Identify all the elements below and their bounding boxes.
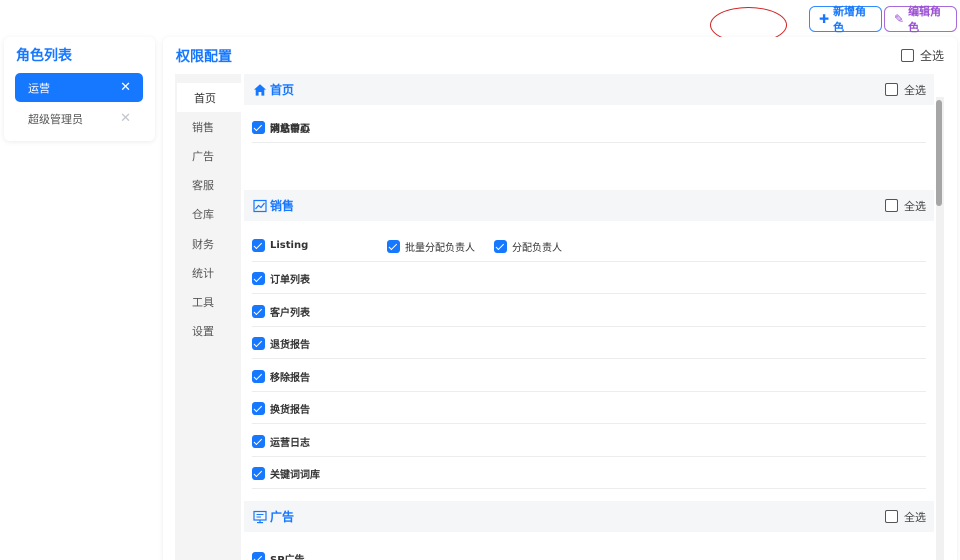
checkbox-empty-icon[interactable] <box>885 83 898 96</box>
edit-role-label: 编辑角色 <box>908 5 942 34</box>
permission-checkbox[interactable]: 关键词词库 <box>252 466 320 481</box>
category-tab-finance[interactable]: 财务 <box>175 229 241 258</box>
permission-checkbox[interactable]: 移除报告 <box>252 369 310 384</box>
plus-icon: ✚ <box>819 12 830 26</box>
permission-config-title: 权限配置 <box>176 49 232 65</box>
close-icon[interactable]: ✕ <box>120 80 131 95</box>
category-tab-service[interactable]: 客服 <box>175 170 241 199</box>
role-item-super-admin[interactable]: 超级管理员 ✕ <box>15 104 143 133</box>
permission-label: 退货报告 <box>270 340 310 351</box>
permission-label: 换货报告 <box>270 405 310 416</box>
category-tab-sales[interactable]: 销售 <box>175 112 241 141</box>
permission-checkbox[interactable]: 批量分配负责人 <box>387 239 475 254</box>
checkbox-checked-icon[interactable] <box>252 121 265 134</box>
section-select-all[interactable]: 全选 <box>885 198 926 214</box>
permission-label: 移除报告 <box>270 373 310 384</box>
permission-label: 订单列表 <box>270 275 310 286</box>
pencil-icon: ✎ <box>894 12 905 26</box>
checkbox-checked-icon[interactable] <box>252 272 265 285</box>
permission-row: 客户列表 <box>252 295 926 327</box>
permission-row: 运营日志 <box>252 425 926 457</box>
permission-checkbox[interactable]: 消息中心 <box>252 120 310 135</box>
checkbox-checked-icon[interactable] <box>252 552 265 560</box>
permission-config-panel: 权限配置 全选 首页 销售 广告 客服 仓库 财务 统计 工具 设置 首页 全选 <box>163 37 957 560</box>
permission-row: Listing 批量分配负责人 分配负责人 <box>252 230 926 262</box>
permission-label: 消息中心 <box>270 124 310 135</box>
permission-row: 移除报告 <box>252 360 926 392</box>
permission-row: SP广告 <box>252 542 926 560</box>
chart-icon <box>253 199 267 212</box>
edit-role-button[interactable]: ✎ 编辑角色 <box>884 5 957 34</box>
role-item-label: 超级管理员 <box>28 112 83 126</box>
permission-checkbox[interactable]: SP广告 <box>252 551 305 560</box>
checkbox-checked-icon[interactable] <box>252 435 265 448</box>
permission-checkbox[interactable]: 客户列表 <box>252 304 310 319</box>
select-all-label: 全选 <box>904 83 926 97</box>
permission-row: 换货报告 <box>252 392 926 424</box>
permission-content: 首页 全选 网站首页 消息中心 销售 全选 Listing 批量分配负责人 分配… <box>244 74 934 560</box>
checkbox-empty-icon[interactable] <box>900 49 914 62</box>
section-header-sales: 销售 全选 <box>244 190 934 221</box>
add-role-button[interactable]: ✚ 新增角色 <box>809 5 882 34</box>
home-icon <box>254 83 266 96</box>
permission-label: 关键词词库 <box>270 470 320 481</box>
permission-label: 客户列表 <box>270 308 310 319</box>
checkbox-checked-icon[interactable] <box>252 402 265 415</box>
role-list-title: 角色列表 <box>16 48 72 64</box>
section-header-home: 首页 全选 <box>244 74 934 105</box>
checkbox-checked-icon[interactable] <box>252 370 265 383</box>
permission-checkbox[interactable]: 分配负责人 <box>494 239 562 254</box>
checkbox-checked-icon[interactable] <box>252 467 265 480</box>
permission-checkbox[interactable]: Listing <box>252 239 308 252</box>
role-list-panel: 角色列表 运营 ✕ 超级管理员 ✕ <box>4 37 155 141</box>
category-tab-tools[interactable]: 工具 <box>175 287 241 316</box>
section-title: 首页 <box>270 83 295 97</box>
category-tab-statistics[interactable]: 统计 <box>175 258 241 287</box>
permission-label: 运营日志 <box>270 438 310 449</box>
scrollbar-thumb[interactable] <box>936 100 942 206</box>
permission-label: SP广告 <box>270 551 305 560</box>
category-tab-settings[interactable]: 设置 <box>175 316 241 345</box>
select-all-global[interactable]: 全选 <box>900 47 944 64</box>
checkbox-empty-icon[interactable] <box>885 199 898 212</box>
monitor-icon <box>253 510 267 523</box>
add-role-label: 新增角色 <box>833 5 867 34</box>
section-select-all[interactable]: 全选 <box>885 509 926 525</box>
category-tab-home[interactable]: 首页 <box>177 83 241 112</box>
section-title: 销售 <box>270 199 295 213</box>
section-select-all[interactable]: 全选 <box>885 82 926 98</box>
permission-checkbox[interactable]: 换货报告 <box>252 401 310 416</box>
role-item-label: 运营 <box>28 81 50 95</box>
permission-row: 订单列表 <box>252 262 926 294</box>
permission-row: 退货报告 <box>252 327 926 359</box>
checkbox-checked-icon[interactable] <box>494 240 507 253</box>
checkbox-checked-icon[interactable] <box>252 239 265 252</box>
permission-checkbox[interactable]: 退货报告 <box>252 336 310 351</box>
close-icon[interactable]: ✕ <box>120 111 131 126</box>
category-tab-ads[interactable]: 广告 <box>175 141 241 170</box>
select-all-label: 全选 <box>919 49 944 63</box>
checkbox-checked-icon[interactable] <box>252 337 265 350</box>
category-tab-warehouse[interactable]: 仓库 <box>175 199 241 228</box>
permission-row: 关键词词库 <box>252 457 926 489</box>
section-title: 广告 <box>270 510 295 524</box>
checkbox-empty-icon[interactable] <box>885 510 898 523</box>
category-nav: 首页 销售 广告 客服 仓库 财务 统计 工具 设置 <box>175 74 241 560</box>
permission-row: 网站首页 <box>252 111 926 143</box>
checkbox-checked-icon[interactable] <box>252 305 265 318</box>
select-all-label: 全选 <box>904 510 926 524</box>
permission-label: 分配负责人 <box>512 243 562 254</box>
role-item-operation[interactable]: 运营 ✕ <box>15 73 143 102</box>
permission-label: Listing <box>270 240 309 251</box>
permission-checkbox[interactable]: 订单列表 <box>252 271 310 286</box>
permission-label: 批量分配负责人 <box>405 243 475 254</box>
section-header-ads: 广告 全选 <box>244 501 934 532</box>
checkbox-checked-icon[interactable] <box>387 240 400 253</box>
permission-checkbox[interactable]: 运营日志 <box>252 434 310 449</box>
select-all-label: 全选 <box>904 199 926 213</box>
